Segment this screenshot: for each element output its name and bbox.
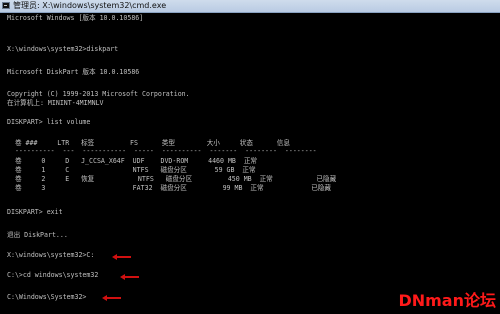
console-line: 卷 3 FAT32 磁盘分区 99 MB 正常 已隐藏 bbox=[7, 184, 331, 192]
console-line: C:\>cd windows\system32 bbox=[7, 271, 99, 279]
console-output[interactable]: Microsoft Windows [版本 10.0.10586] X:\win… bbox=[0, 13, 500, 314]
cmd-icon bbox=[2, 2, 10, 9]
red-arrow-annotation bbox=[102, 295, 121, 301]
watermark-logo: DNman论坛 bbox=[398, 291, 496, 310]
console-line: Microsoft Windows [版本 10.0.10586] bbox=[7, 14, 144, 22]
console-line: DISKPART> list volume bbox=[7, 118, 91, 126]
console-line: X:\windows\system32>C: bbox=[7, 251, 95, 259]
cmd-window: 管理员: X:\windows\system32\cmd.exe Microso… bbox=[0, 0, 500, 314]
red-arrow-annotation bbox=[112, 254, 131, 260]
window-title: 管理员: X:\windows\system32\cmd.exe bbox=[13, 1, 167, 10]
console-line: DISKPART> exit bbox=[7, 208, 63, 216]
console-line: 退出 DiskPart... bbox=[7, 231, 68, 239]
title-bar[interactable]: 管理员: X:\windows\system32\cmd.exe bbox=[0, 0, 500, 13]
console-line: 在计算机上: MININT-4MIMNLV bbox=[7, 99, 104, 107]
red-arrow-annotation bbox=[120, 274, 139, 280]
console-line: Microsoft DiskPart 版本 10.0.10586 bbox=[7, 68, 140, 76]
console-line: X:\windows\system32>diskpart bbox=[7, 45, 119, 53]
console-line: C:\Windows\System32> bbox=[7, 293, 87, 301]
console-line: ---------- --- ----------- ----- -------… bbox=[7, 147, 317, 155]
